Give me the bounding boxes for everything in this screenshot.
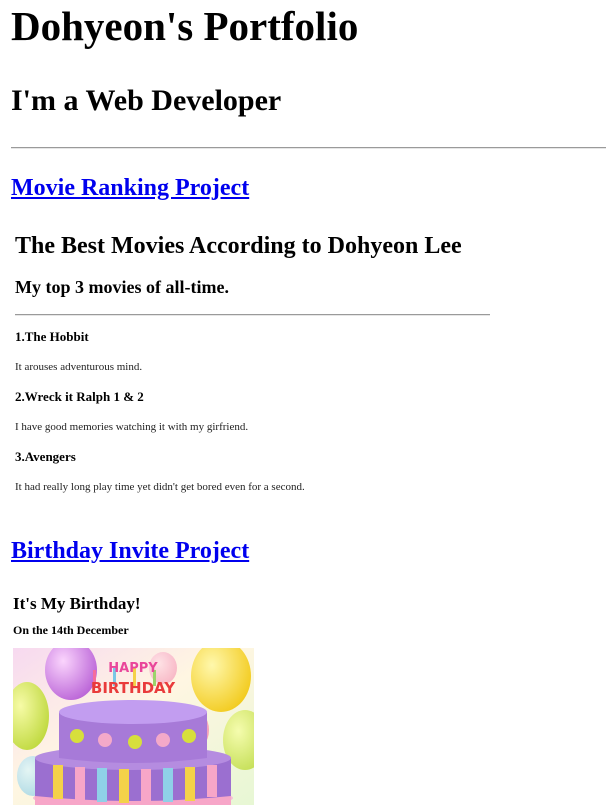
birthday-cake-image: HAPPY BIRTHDAY: [13, 648, 254, 805]
movie-embed-subtitle: My top 3 movies of all-time.: [15, 277, 229, 297]
movie-item-title: 2.Wreck it Ralph 1 & 2: [15, 389, 144, 404]
movie-item-description: It arouses adventurous mind.: [15, 361, 143, 373]
cake-topper-happy-text: HAPPY: [108, 661, 158, 676]
portfolio-page: Dohyeon's Portfolio I'm a Web Developer …: [0, 0, 606, 805]
movie-item-title: 1.The Hobbit: [15, 329, 89, 344]
birthday-invite-project-link[interactable]: Birthday Invite Project: [11, 538, 249, 564]
birthday-embed-title: It's My Birthday!: [13, 594, 141, 613]
page-title: Dohyeon's Portfolio: [11, 3, 359, 49]
movie-item-title: 3.Avengers: [15, 449, 76, 464]
movie-item-description: I have good memories watching it with my…: [15, 421, 249, 433]
page-subtitle: I'm a Web Developer: [11, 84, 282, 117]
movie-ranking-embed: The Best Movies According to Dohyeon Lee…: [11, 224, 496, 514]
movie-ranking-project-link[interactable]: Movie Ranking Project: [11, 175, 249, 201]
cake-topper-birthday-text: BIRTHDAY: [91, 679, 176, 697]
movie-item-description: It had really long play time yet didn't …: [15, 481, 305, 493]
birthday-embed-date: On the 14th December: [13, 623, 129, 637]
movie-embed-divider: [15, 314, 490, 316]
movie-embed-title: The Best Movies According to Dohyeon Lee: [15, 233, 462, 259]
header-divider: [11, 147, 606, 149]
